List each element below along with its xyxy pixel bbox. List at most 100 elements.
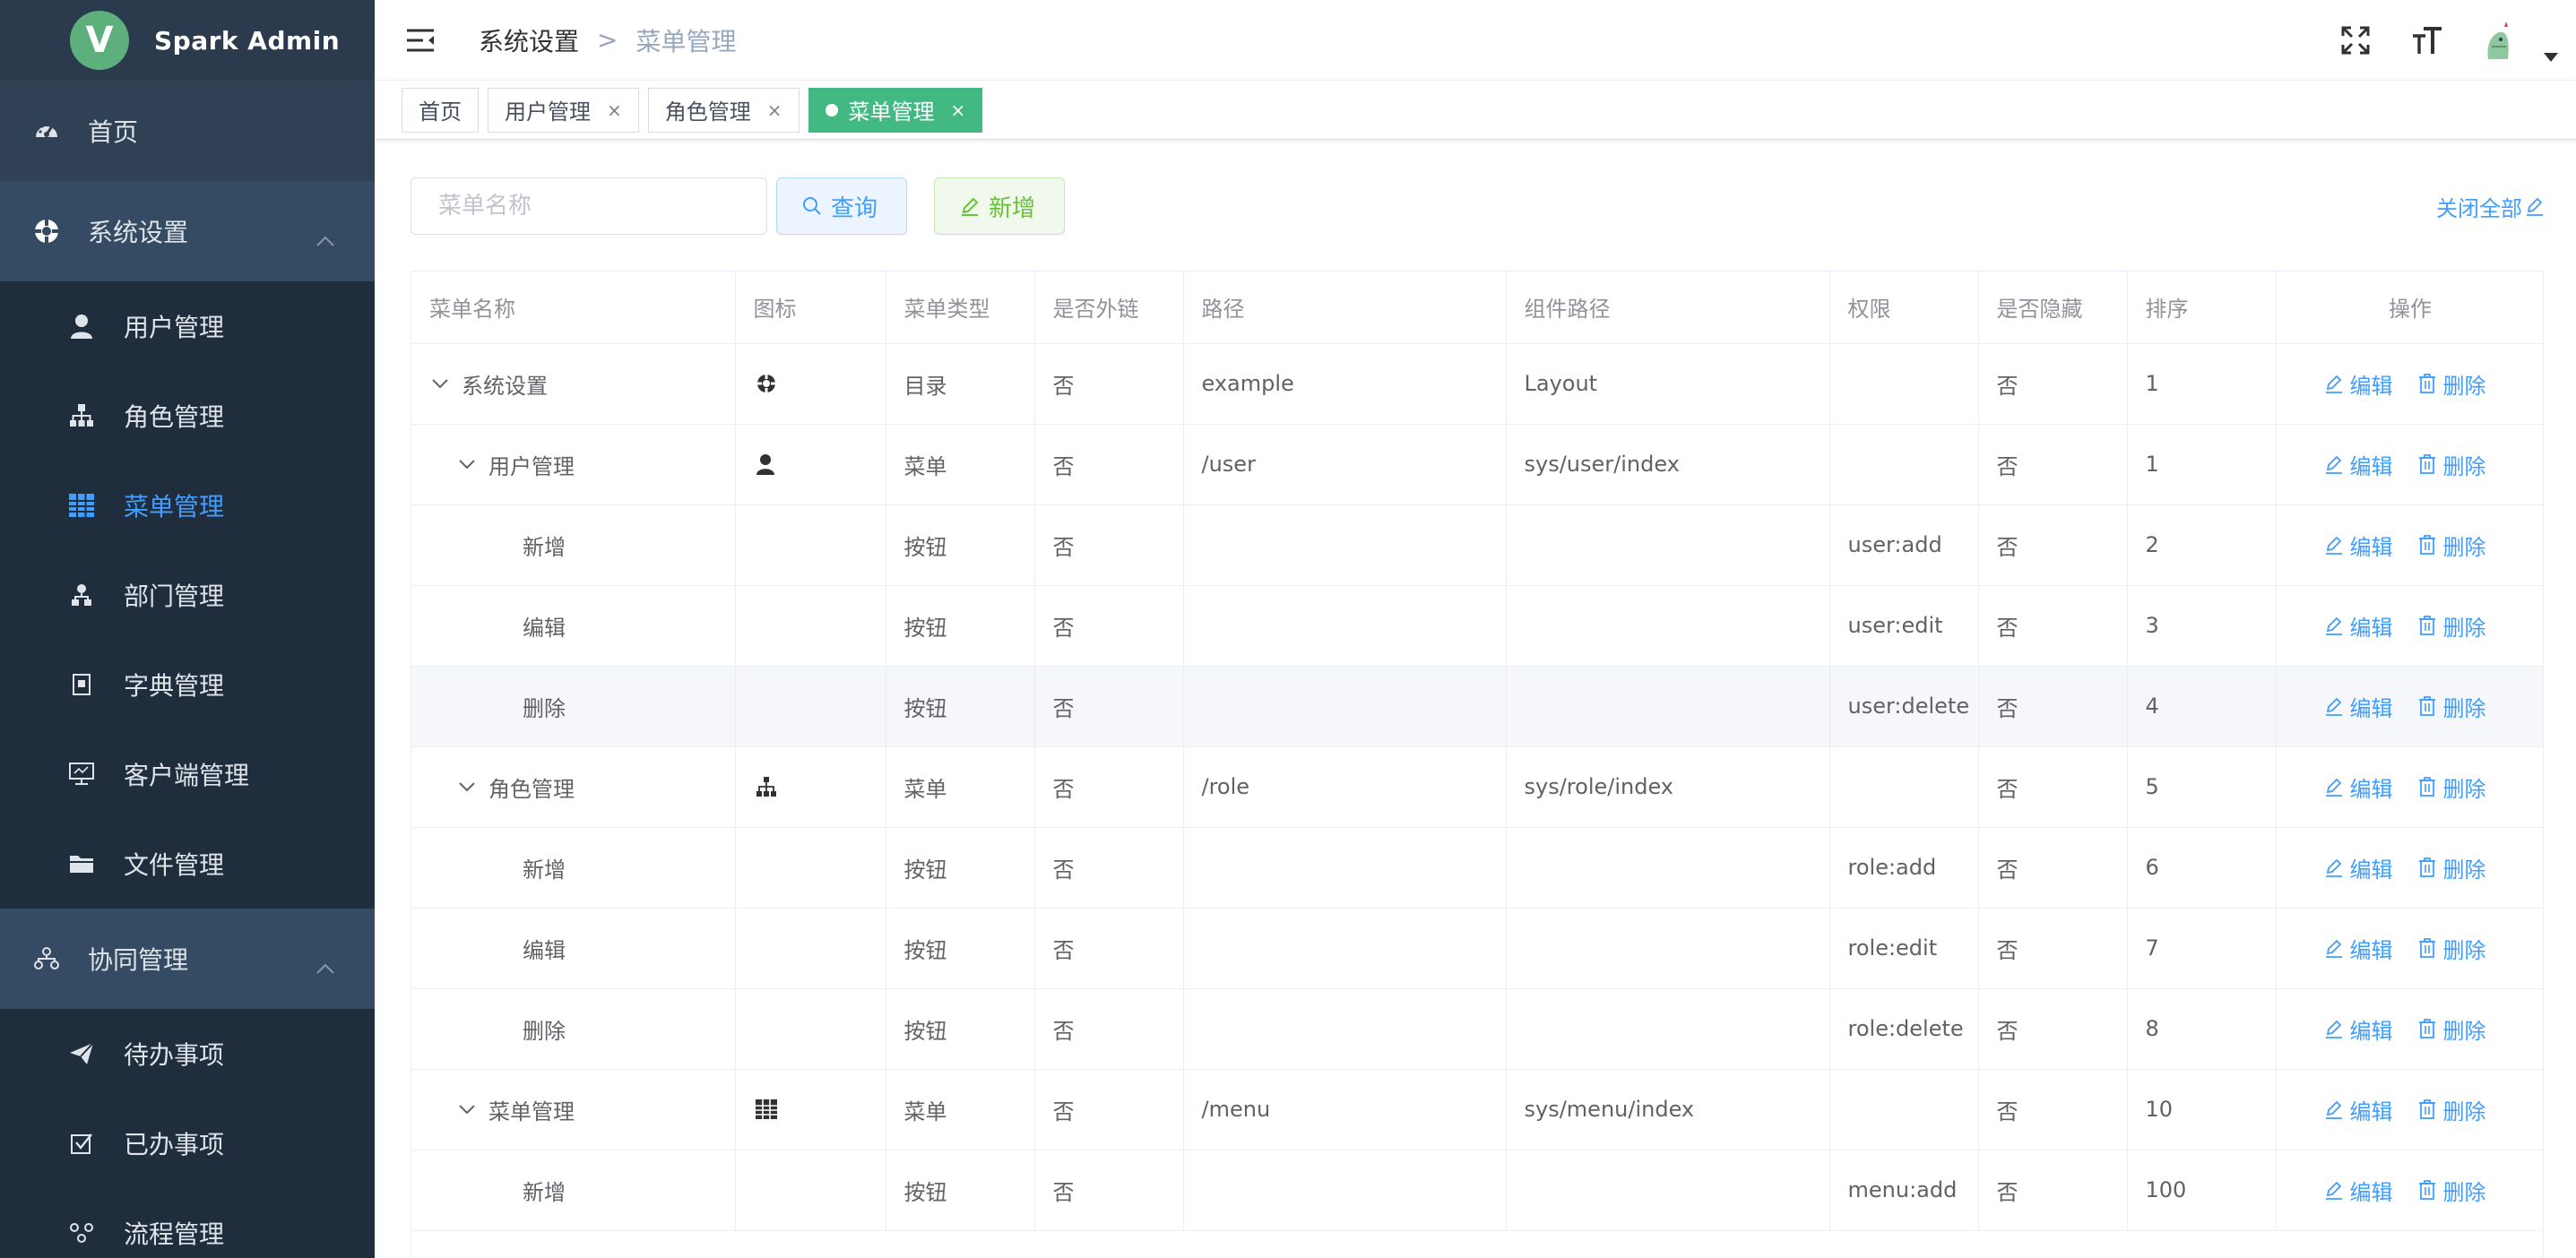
external-link-cell: 否 bbox=[1034, 908, 1184, 989]
query-button[interactable]: 查询 bbox=[776, 177, 907, 235]
delete-button[interactable]: 删除 bbox=[2418, 1175, 2486, 1206]
sidebar-item-label: 客户端管理 bbox=[124, 761, 250, 790]
table-row[interactable]: 菜单管理 菜单否/menu sys/menu/index 否 10 编辑 删除 bbox=[411, 1069, 2543, 1150]
avatar[interactable] bbox=[2481, 20, 2517, 61]
delete-button[interactable]: 删除 bbox=[2418, 368, 2486, 400]
path-cell bbox=[1183, 585, 1507, 667]
sidebar-item-files[interactable]: 文件管理 bbox=[0, 819, 375, 909]
sidebar-item-todo[interactable]: 待办事项 bbox=[0, 1009, 375, 1099]
font-size-icon[interactable] bbox=[2409, 22, 2445, 58]
edit-label: 编辑 bbox=[2349, 373, 2393, 399]
chevron-down-icon[interactable] bbox=[429, 373, 451, 394]
sidebar-group-system[interactable]: 系统设置 bbox=[0, 181, 375, 281]
edit-label: 编辑 bbox=[2349, 1099, 2393, 1124]
close-icon[interactable]: × bbox=[951, 99, 966, 121]
sidebar-item-users[interactable]: 用户管理 bbox=[0, 281, 375, 371]
table-row[interactable]: 删除 按钮否 role:delete 否 8 编辑 删除 bbox=[411, 988, 2543, 1070]
sidebar-item-menus[interactable]: 菜单管理 bbox=[0, 461, 375, 550]
external-link-cell: 否 bbox=[1034, 1069, 1184, 1150]
delete-button[interactable]: 删除 bbox=[2418, 449, 2486, 480]
edit-icon bbox=[2325, 696, 2343, 716]
permission-cell bbox=[1829, 746, 1979, 828]
delete-button[interactable]: 删除 bbox=[2418, 933, 2486, 964]
delete-button[interactable]: 删除 bbox=[2418, 1013, 2486, 1045]
sidebar-item-clients[interactable]: 客户端管理 bbox=[0, 729, 375, 819]
logo-bar[interactable]: V Spark Admin bbox=[0, 0, 375, 81]
edit-button[interactable]: 编辑 bbox=[2325, 368, 2393, 400]
close-all-link[interactable]: 关闭全部 bbox=[2436, 191, 2544, 222]
table-row[interactable]: 新增 按钮否 role:add 否 6 编辑 删除 bbox=[411, 827, 2543, 909]
menu-name-search-input[interactable] bbox=[411, 177, 767, 235]
table-row[interactable]: 用户管理 菜单否/user sys/user/index 否 1 编辑 删除 bbox=[411, 424, 2543, 505]
chevron-down-icon[interactable] bbox=[456, 776, 478, 797]
add-menu-button[interactable]: 新增 bbox=[934, 177, 1065, 235]
edit-button[interactable]: 编辑 bbox=[2325, 933, 2393, 964]
close-icon[interactable]: × bbox=[767, 99, 782, 121]
hamburger-icon[interactable] bbox=[405, 27, 436, 54]
table-row[interactable]: 新增 按钮否 user:add 否 2 编辑 删除 bbox=[411, 504, 2543, 586]
delete-button[interactable]: 删除 bbox=[2418, 691, 2486, 722]
tag-users[interactable]: 用户管理 × bbox=[488, 87, 639, 133]
component-path-cell: Layout bbox=[1506, 343, 1830, 425]
edit-button[interactable]: 编辑 bbox=[2325, 530, 2393, 561]
external-link-cell: 否 bbox=[1034, 504, 1184, 586]
fullscreen-icon[interactable] bbox=[2338, 22, 2373, 58]
sidebar-item-process[interactable]: 流程管理 bbox=[0, 1188, 375, 1258]
table-row[interactable]: 删除 按钮否 user:delete 否 4 编辑 删除 bbox=[411, 666, 2543, 747]
breadcrumb-item[interactable]: 系统设置 bbox=[479, 22, 579, 58]
edit-icon bbox=[2325, 535, 2343, 555]
sidebar-item-done[interactable]: 已办事项 bbox=[0, 1099, 375, 1188]
path-cell bbox=[1183, 1150, 1507, 1231]
add-button-label: 新增 bbox=[989, 194, 1036, 222]
table-row[interactable]: 角色管理 菜单否/role sys/role/index 否 5 编辑 删除 bbox=[411, 746, 2543, 828]
table-row[interactable]: 系统设置 目录否 example Layout 否 1 编辑 删除 bbox=[411, 343, 2543, 425]
edit-button[interactable]: 编辑 bbox=[2325, 852, 2393, 883]
menu-name-cell: 编辑 bbox=[411, 585, 736, 667]
external-link-cell: 否 bbox=[1034, 424, 1184, 505]
sidebar-item-dictionary[interactable]: 字典管理 bbox=[0, 640, 375, 729]
tag-roles[interactable]: 角色管理 × bbox=[647, 87, 800, 133]
edit-icon bbox=[2325, 1180, 2343, 1200]
menu-type-cell: 按钮 bbox=[886, 988, 1035, 1070]
table-row[interactable]: 编辑 按钮否 user:edit 否 3 编辑 删除 bbox=[411, 585, 2543, 667]
icon-cell bbox=[735, 1150, 886, 1231]
caret-down-icon[interactable] bbox=[2544, 48, 2558, 65]
edit-button[interactable]: 编辑 bbox=[2325, 1094, 2393, 1125]
tag-menus[interactable]: 菜单管理 × bbox=[808, 87, 983, 133]
sidebar-group-collab[interactable]: 协同管理 bbox=[0, 909, 375, 1009]
folder-icon bbox=[68, 850, 95, 877]
tag-home[interactable]: 首页 bbox=[402, 87, 479, 133]
top-header: 系统设置 > 菜单管理 bbox=[375, 0, 2576, 81]
close-icon[interactable]: × bbox=[607, 99, 622, 121]
table-row[interactable]: 编辑 按钮否 role:edit 否 7 编辑 删除 bbox=[411, 908, 2543, 989]
trash-icon bbox=[2418, 374, 2436, 393]
edit-button[interactable]: 编辑 bbox=[2325, 771, 2393, 803]
edit-label: 编辑 bbox=[2349, 453, 2393, 479]
menu-name: 角色管理 bbox=[488, 776, 575, 802]
table-row[interactable]: 新增 按钮否 menu:add 否 100 编辑 删除 bbox=[411, 1150, 2543, 1231]
edit-button[interactable]: 编辑 bbox=[2325, 1175, 2393, 1206]
delete-button[interactable]: 删除 bbox=[2418, 1094, 2486, 1125]
edit-button[interactable]: 编辑 bbox=[2325, 449, 2393, 480]
delete-button[interactable]: 删除 bbox=[2418, 852, 2486, 883]
delete-button[interactable]: 删除 bbox=[2418, 771, 2486, 803]
edit-button[interactable]: 编辑 bbox=[2325, 1013, 2393, 1045]
menu-type-cell: 菜单 bbox=[886, 1069, 1035, 1150]
delete-button[interactable]: 删除 bbox=[2418, 610, 2486, 642]
edit-button[interactable]: 编辑 bbox=[2325, 691, 2393, 722]
component-path-cell bbox=[1506, 827, 1830, 909]
sidebar-item-roles[interactable]: 角色管理 bbox=[0, 371, 375, 461]
operations-cell: 编辑 删除 bbox=[2276, 988, 2543, 1070]
edit-button[interactable]: 编辑 bbox=[2325, 610, 2393, 642]
menu-type-cell: 按钮 bbox=[886, 827, 1035, 909]
delete-label: 删除 bbox=[2442, 1018, 2486, 1044]
sidebar-item-home[interactable]: 首页 bbox=[0, 81, 375, 181]
sidebar-item-departments[interactable]: 部门管理 bbox=[0, 550, 375, 640]
tag-label: 首页 bbox=[419, 99, 462, 125]
delete-label: 删除 bbox=[2442, 857, 2486, 883]
chevron-down-icon[interactable] bbox=[456, 1099, 478, 1120]
component-path-cell bbox=[1506, 666, 1830, 747]
delete-button[interactable]: 删除 bbox=[2418, 530, 2486, 561]
menu-name-cell: 菜单管理 bbox=[411, 1069, 736, 1150]
chevron-down-icon[interactable] bbox=[456, 453, 478, 475]
